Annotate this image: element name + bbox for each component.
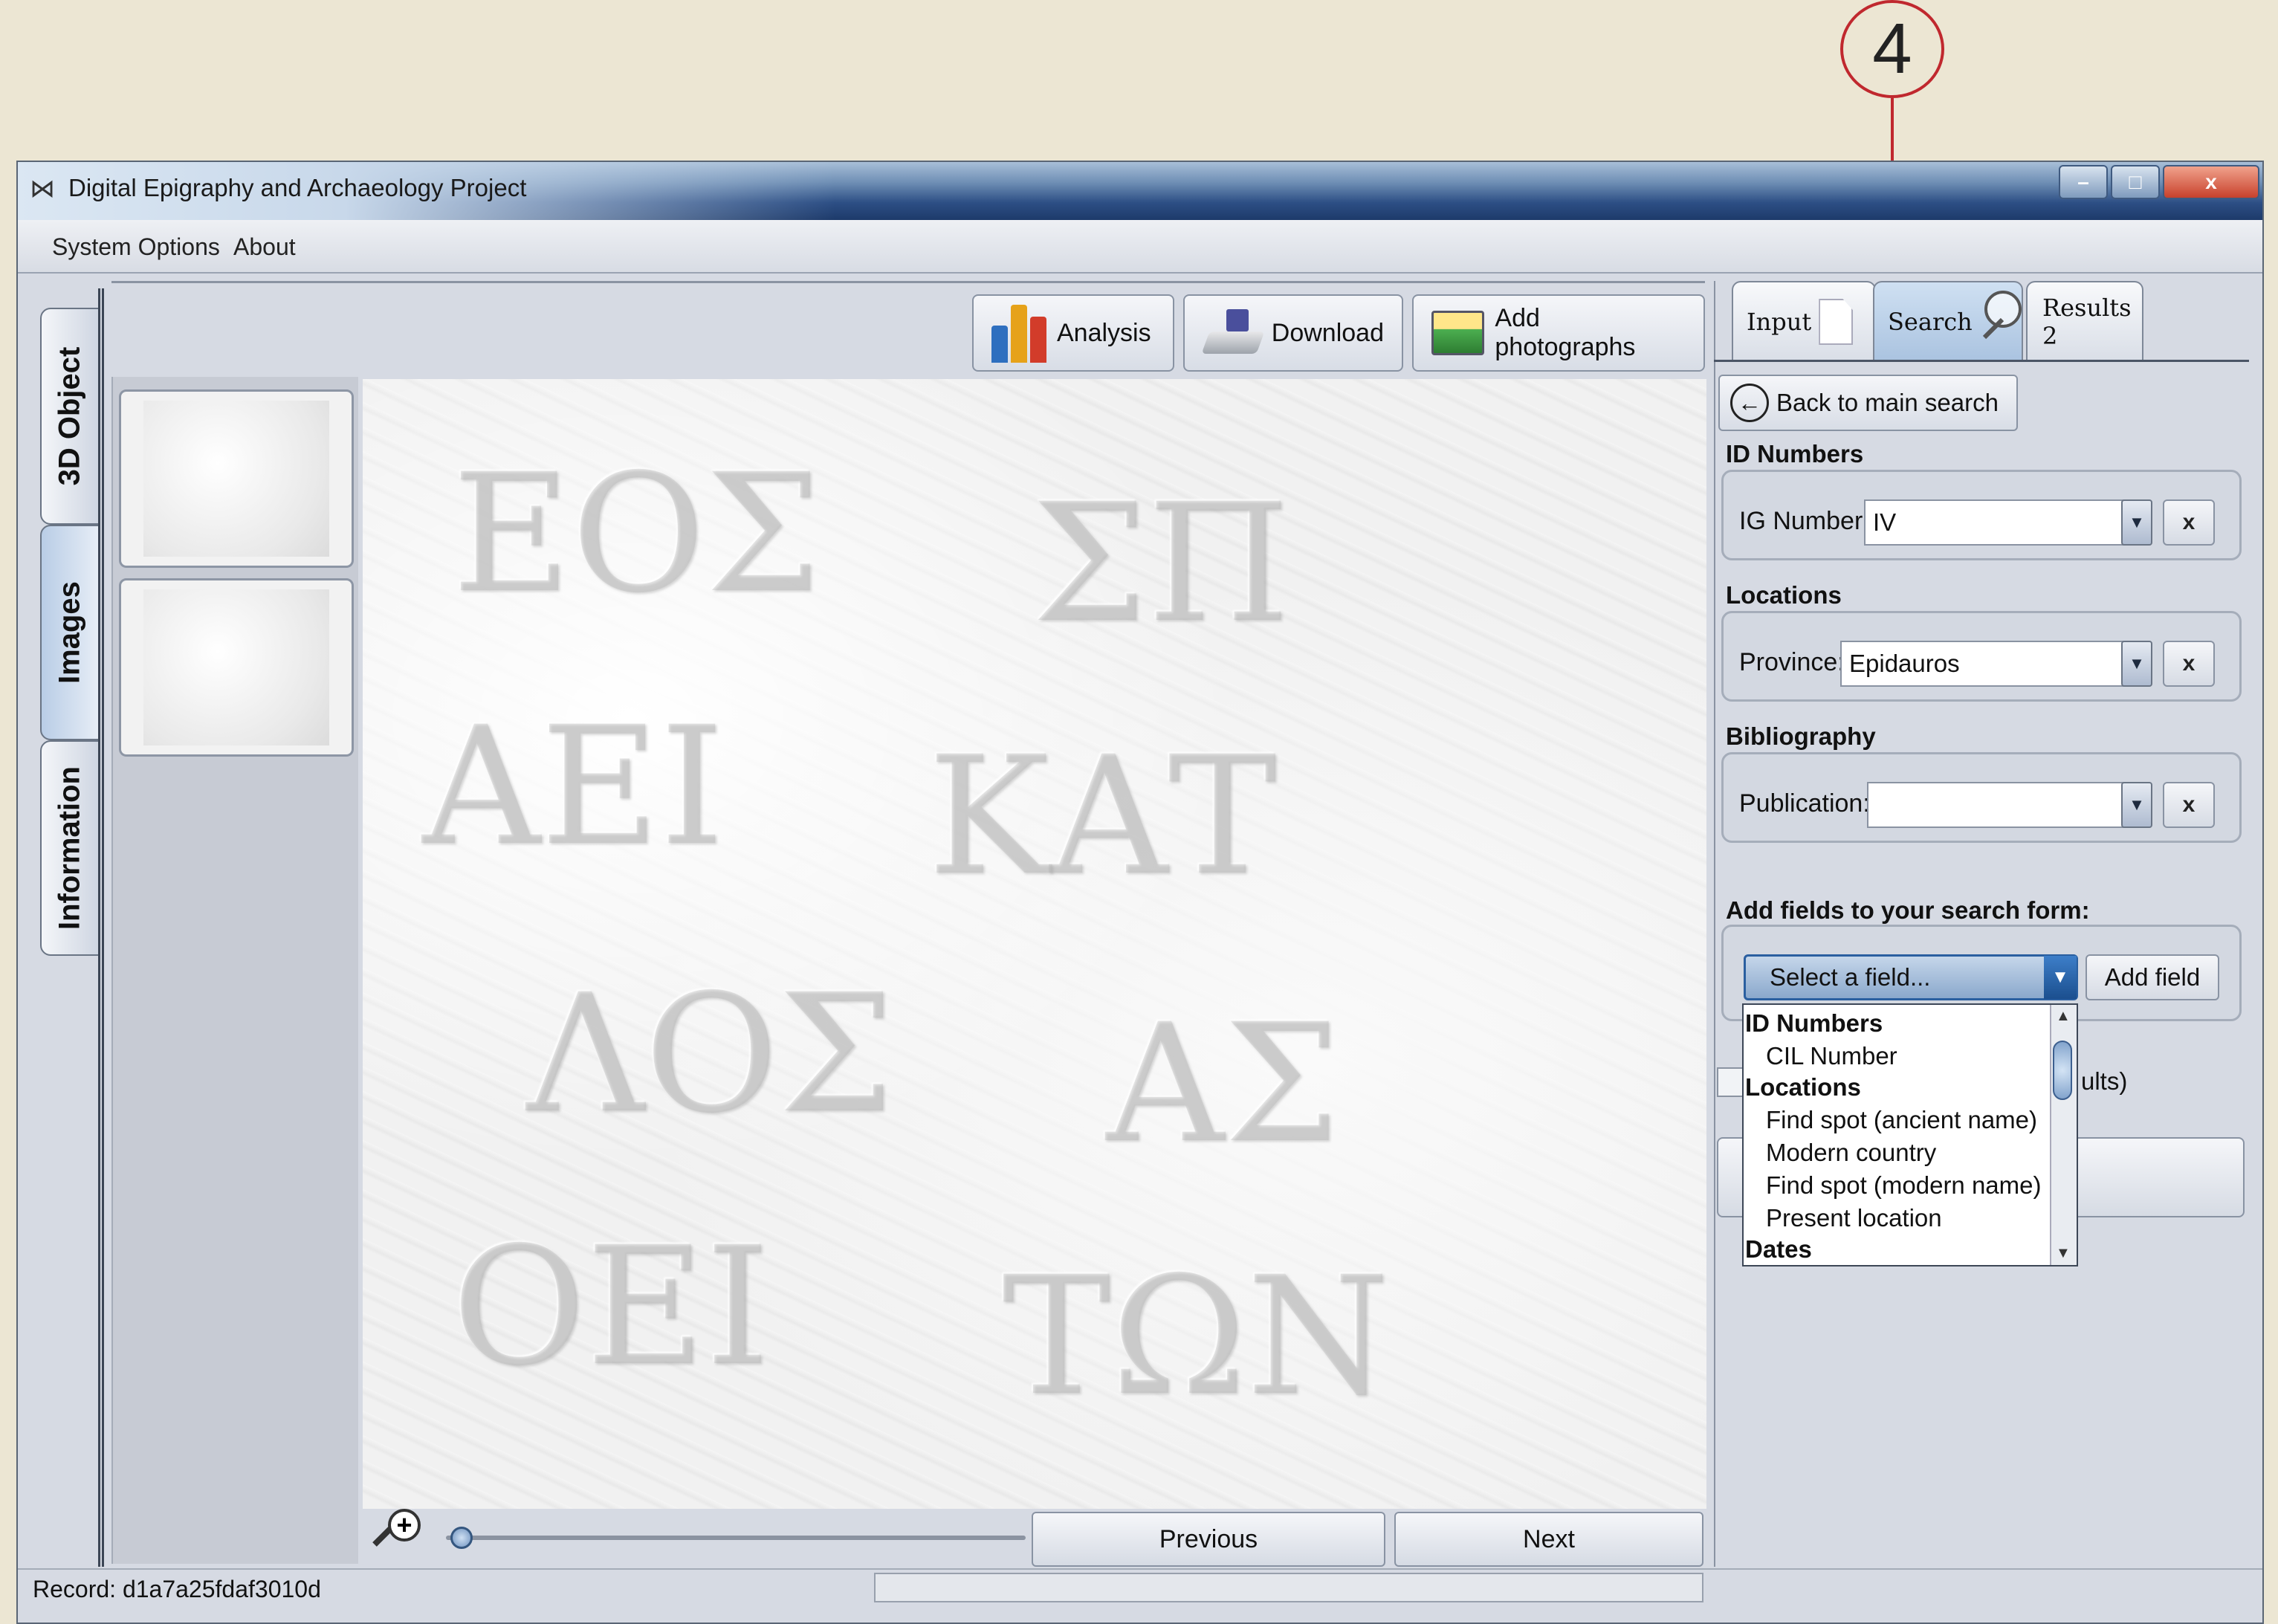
scrollbar-thumb[interactable] — [2053, 1041, 2072, 1100]
clear-province-button[interactable]: x — [2163, 641, 2215, 687]
dropdown-group-header: ID Numbers — [1745, 1009, 1883, 1037]
progress-bar — [874, 1573, 1703, 1602]
publication-combo[interactable] — [1867, 782, 2124, 828]
option-checkbox[interactable] — [1717, 1067, 1744, 1097]
tab-search[interactable]: Search — [1873, 281, 2023, 361]
side-tab-3d-object[interactable]: 3D Object — [40, 308, 100, 525]
download-button[interactable]: Download — [1183, 294, 1403, 372]
chevron-down-icon[interactable]: ▼ — [2121, 641, 2152, 687]
dropdown-option[interactable]: Present location — [1766, 1204, 1942, 1232]
province-combo[interactable]: Epidauros — [1840, 641, 2124, 687]
dropdown-option[interactable]: Find spot (modern name) — [1766, 1171, 2042, 1200]
bar-chart-icon — [991, 303, 1046, 363]
clear-ig-number-button[interactable]: x — [2163, 499, 2215, 546]
dropdown-option[interactable]: Modern country — [1766, 1139, 1936, 1167]
menu-system-options[interactable]: System Options — [52, 233, 220, 261]
scroll-up-icon[interactable]: ▲ — [2056, 1008, 2071, 1025]
zoom-slider-track[interactable] — [446, 1536, 1026, 1540]
carved-letter-texture: ΛΟΣ — [526, 959, 894, 1149]
tab-results-label: Results 2 — [2042, 294, 2132, 350]
add-fields-title: Add fields to your search form: — [1726, 896, 2090, 924]
tab-results[interactable]: Results 2 — [2026, 281, 2143, 361]
dropdown-group-header: Dates — [1745, 1235, 1812, 1263]
thumbnail-image-2[interactable] — [119, 578, 354, 757]
analysis-button[interactable]: Analysis — [972, 294, 1174, 372]
back-to-main-search-button[interactable]: ← Back to main search — [1718, 375, 2018, 431]
side-tab-label: 3D Object — [53, 346, 86, 486]
side-tab-label: Images — [53, 581, 86, 684]
back-to-main-search-label: Back to main search — [1776, 389, 1999, 416]
photo-icon — [1431, 311, 1485, 355]
app-logo-icon: ⋈ — [30, 175, 55, 203]
tab-input-label: Input — [1747, 308, 1812, 336]
dropdown-option[interactable]: CIL Number — [1766, 1042, 1897, 1070]
right-panel-divider — [1714, 281, 1715, 1567]
carved-letter-texture: ΕΟΣ — [452, 439, 821, 629]
carved-letter-texture: ΤΩΝ — [1002, 1241, 1390, 1431]
carved-letter-texture: ΚΑΤ — [928, 721, 1277, 911]
back-arrow-icon: ← — [1730, 384, 1769, 422]
document-icon — [1819, 299, 1854, 345]
chevron-down-icon[interactable]: ▼ — [2044, 956, 2077, 999]
zoom-slider-handle[interactable] — [450, 1527, 473, 1549]
window-controls: – □ x — [2059, 165, 2259, 199]
carved-letter-texture: ΑΕΙ — [422, 691, 725, 881]
section-title-locations: Locations — [1726, 581, 1842, 609]
dropdown-option[interactable]: Find spot (ancient name) — [1766, 1106, 2037, 1134]
section-title-bibliography: Bibliography — [1726, 722, 1876, 750]
analysis-label: Analysis — [1057, 318, 1151, 347]
tab-search-label: Search — [1888, 308, 1973, 336]
side-tab-divider — [98, 288, 104, 1567]
field-dropdown-list[interactable]: ID Numbers CIL Number Locations Find spo… — [1742, 1003, 2078, 1266]
minimize-button[interactable]: – — [2059, 165, 2108, 199]
publication-label: Publication: — [1739, 789, 1870, 818]
menu-bar — [18, 220, 2262, 274]
chevron-down-icon[interactable]: ▼ — [2121, 782, 2152, 828]
step-number-callout: 4 — [1840, 0, 1944, 98]
add-photographs-button[interactable]: Add photographs — [1412, 294, 1705, 372]
clear-publication-button[interactable]: x — [2163, 782, 2215, 828]
option-checkbox-label: ults) — [2081, 1067, 2128, 1095]
zoom-in-icon[interactable]: + — [372, 1506, 431, 1565]
carved-letter-texture: ΟΕΙ — [452, 1211, 770, 1402]
add-field-button[interactable]: Add field — [2086, 954, 2219, 1000]
previous-button[interactable]: Previous — [1032, 1512, 1385, 1567]
close-button[interactable]: x — [2163, 165, 2259, 199]
tab-underline — [1714, 360, 2249, 362]
maximize-button[interactable]: □ — [2111, 165, 2160, 199]
add-photographs-label: Add photographs — [1495, 304, 1636, 361]
section-title-id-numbers: ID Numbers — [1726, 440, 1864, 468]
disk-download-icon — [1201, 309, 1265, 357]
record-id: Record: d1a7a25fdaf3010d — [33, 1576, 321, 1602]
chevron-down-icon[interactable]: ▼ — [2121, 499, 2152, 546]
carved-letter-texture: ΑΣ — [1106, 989, 1340, 1179]
province-label: Province: — [1739, 648, 1845, 676]
ig-number-combo[interactable]: IV — [1864, 499, 2124, 546]
dropdown-scrollbar[interactable]: ▲ ▼ — [2050, 1005, 2077, 1265]
tab-input[interactable]: Input — [1732, 281, 1876, 361]
download-label: Download — [1271, 318, 1384, 347]
window-title: Digital Epigraphy and Archaeology Projec… — [68, 174, 527, 201]
ig-number-label: IG Number: — [1739, 507, 1870, 535]
side-tab-label: Information — [53, 766, 86, 930]
next-button[interactable]: Next — [1394, 1512, 1703, 1567]
scroll-down-icon[interactable]: ▼ — [2056, 1245, 2071, 1262]
dropdown-group-header: Locations — [1745, 1073, 1861, 1101]
select-field-combo[interactable]: Select a field... — [1744, 954, 2078, 1000]
inscription-image-viewer[interactable]: ΕΟΣ ΣΠ ΑΕΙ ΚΑΤ ΛΟΣ ΑΣ ΟΕΙ ΤΩΝ — [363, 379, 1706, 1509]
thumbnail-image-1[interactable] — [119, 389, 354, 568]
side-tab-information[interactable]: Information — [40, 740, 100, 956]
side-tab-images[interactable]: Images — [40, 525, 100, 740]
menu-about[interactable]: About — [233, 233, 296, 261]
magnifier-icon — [1980, 291, 2022, 353]
carved-letter-texture: ΣΠ — [1032, 468, 1290, 659]
